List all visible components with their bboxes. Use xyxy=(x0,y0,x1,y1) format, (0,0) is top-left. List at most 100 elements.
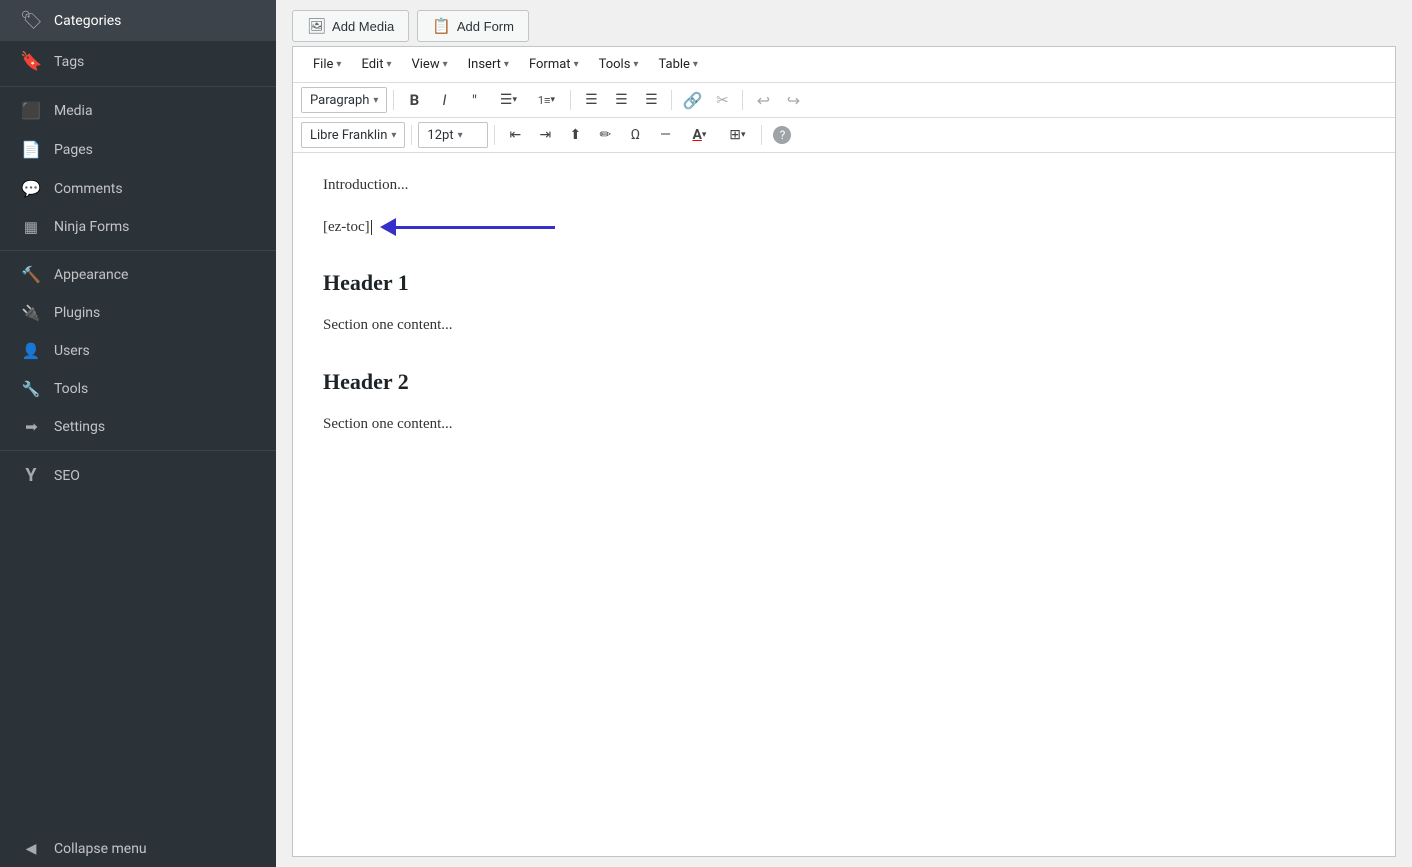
menu-table[interactable]: Table ▾ xyxy=(648,53,708,76)
font-select[interactable]: Libre Franklin ▾ xyxy=(301,122,405,148)
seo-icon: Y xyxy=(20,465,42,486)
sidebar-item-ninja-forms[interactable]: ▦ Ninja Forms xyxy=(0,208,276,246)
editor-frame: File ▾ Edit ▾ View ▾ Insert ▾ Format ▾ xyxy=(292,46,1396,857)
indent-increase-button[interactable]: ⇥ xyxy=(531,122,559,148)
paragraph-select[interactable]: Paragraph ▾ xyxy=(301,87,387,113)
tools-icon: 🔧 xyxy=(20,380,42,398)
sidebar-item-appearance[interactable]: 🔨 Appearance xyxy=(0,255,276,294)
sidebar-item-media[interactable]: ⬛ Media xyxy=(0,91,276,130)
sidebar-item-comments[interactable]: 💬 Comments xyxy=(0,169,276,208)
hr-button[interactable]: — xyxy=(651,122,679,148)
redo-icon: ↪ xyxy=(787,91,800,110)
font-color-icon: A xyxy=(692,127,701,143)
appearance-icon: 🔨 xyxy=(20,265,42,284)
sidebar-item-tools[interactable]: 🔧 Tools xyxy=(0,370,276,408)
sidebar-item-collapse[interactable]: ◀ Collapse menu xyxy=(0,831,276,867)
size-select-arrow: ▾ xyxy=(458,130,463,141)
add-media-button[interactable]: 🖼 Add Media xyxy=(292,10,409,42)
media-icon: ⬛ xyxy=(20,101,42,120)
header2: Header 2 xyxy=(323,363,1365,400)
sidebar-item-label: Tools xyxy=(54,381,88,397)
menu-view-arrow: ▾ xyxy=(443,59,448,70)
menu-table-arrow: ▾ xyxy=(693,59,698,70)
omega-button[interactable]: Ω xyxy=(621,122,649,148)
toolbar-divider xyxy=(761,125,762,145)
menubar: File ▾ Edit ▾ View ▾ Insert ▾ Format ▾ xyxy=(293,47,1395,83)
size-select-label: 12pt xyxy=(427,128,453,143)
ordered-list-button[interactable]: 1≡ ▾ xyxy=(528,87,564,113)
section2-content: Section one content... xyxy=(323,412,1365,438)
add-form-icon: 📋 xyxy=(432,17,451,35)
unordered-list-button[interactable]: ☰ ▾ xyxy=(490,87,526,113)
shortcode-value: [ez-toc] xyxy=(323,219,370,235)
add-form-button[interactable]: 📋 Add Form xyxy=(417,10,529,42)
redo-button[interactable]: ↪ xyxy=(779,87,807,113)
main-content: 🖼 Add Media 📋 Add Form File ▾ Edit ▾ xyxy=(276,0,1412,867)
paragraph-select-arrow: ▾ xyxy=(373,95,378,106)
undo-button[interactable]: ↩ xyxy=(749,87,777,113)
menu-tools-arrow: ▾ xyxy=(633,59,638,70)
table-arrow: ▾ xyxy=(741,130,746,140)
sidebar-item-label: Collapse menu xyxy=(54,841,147,857)
indent-decrease-icon: ⇤ xyxy=(510,127,522,143)
menu-insert-arrow: ▾ xyxy=(504,59,509,70)
font-color-button[interactable]: A ▾ xyxy=(681,122,717,148)
categories-icon: 🏷 xyxy=(20,10,42,31)
table-button[interactable]: ⊞ ▾ xyxy=(719,122,755,148)
plugins-icon: 🔌 xyxy=(20,304,42,322)
toolbar-divider xyxy=(671,90,672,110)
upload-icon: ⬆ xyxy=(570,127,582,143)
sidebar-item-categories[interactable]: 🏷 Categories xyxy=(0,0,276,41)
unlink-icon: ✂ xyxy=(716,91,729,109)
bold-icon: B xyxy=(410,91,420,109)
toolbar-divider xyxy=(570,90,571,110)
arrow-line xyxy=(395,226,555,229)
toolbar-divider xyxy=(393,90,394,110)
menu-file-label: File xyxy=(313,57,333,72)
sidebar-item-label: Comments xyxy=(54,181,123,197)
blockquote-button[interactable]: " xyxy=(460,87,488,113)
menu-format[interactable]: Format ▾ xyxy=(519,53,589,76)
eraser-button[interactable]: ✏ xyxy=(591,122,619,148)
align-right-button[interactable]: ☰ xyxy=(637,87,665,113)
menu-insert-label: Insert xyxy=(468,57,501,72)
sidebar-item-pages[interactable]: 📄 Pages xyxy=(0,130,276,169)
align-center-button[interactable]: ☰ xyxy=(607,87,635,113)
menu-file[interactable]: File ▾ xyxy=(303,53,351,76)
font-color-arrow: ▾ xyxy=(702,130,707,140)
toolbar-top: 🖼 Add Media 📋 Add Form xyxy=(292,10,1396,42)
align-left-icon: ☰ xyxy=(585,92,598,108)
add-media-label: Add Media xyxy=(332,19,394,34)
italic-button[interactable]: I xyxy=(430,87,458,113)
menu-tools[interactable]: Tools ▾ xyxy=(589,53,649,76)
menu-table-label: Table xyxy=(658,57,689,72)
sidebar-item-seo[interactable]: Y SEO xyxy=(0,455,276,496)
menu-view[interactable]: View ▾ xyxy=(401,53,457,76)
sidebar-divider xyxy=(0,250,276,251)
toolbar-row-2: Libre Franklin ▾ 12pt ▾ ⇤ ⇥ ⬆ xyxy=(293,118,1395,153)
menu-edit[interactable]: Edit ▾ xyxy=(351,53,401,76)
unordered-list-arrow: ▾ xyxy=(512,95,517,105)
shortcode-line: [ez-toc] xyxy=(323,215,1365,241)
sidebar-item-label: Tags xyxy=(54,54,84,70)
help-button[interactable]: ? xyxy=(768,122,796,148)
sidebar-item-tags[interactable]: 🔖 Tags xyxy=(0,41,276,82)
size-select[interactable]: 12pt ▾ xyxy=(418,122,488,148)
add-media-icon: 🖼 xyxy=(307,17,326,35)
menu-insert[interactable]: Insert ▾ xyxy=(458,53,519,76)
hr-icon: — xyxy=(660,127,671,143)
bold-button[interactable]: B xyxy=(400,87,428,113)
section1-content: Section one content... xyxy=(323,313,1365,339)
editor-body[interactable]: Introduction... [ez-toc] Header 1 Sectio… xyxy=(293,153,1395,856)
upload-button[interactable]: ⬆ xyxy=(561,122,589,148)
editor-wrapper: 🖼 Add Media 📋 Add Form File ▾ Edit ▾ xyxy=(276,0,1412,867)
shortcode-text: [ez-toc] xyxy=(323,215,372,241)
sidebar-item-settings[interactable]: ⬆ Settings xyxy=(0,408,276,446)
indent-decrease-button[interactable]: ⇤ xyxy=(501,122,529,148)
sidebar-item-users[interactable]: 👤 Users xyxy=(0,332,276,370)
link-button[interactable]: 🔗 xyxy=(678,87,706,113)
unlink-button[interactable]: ✂ xyxy=(708,87,736,113)
link-icon: 🔗 xyxy=(682,91,702,110)
align-left-button[interactable]: ☰ xyxy=(577,87,605,113)
sidebar-item-plugins[interactable]: 🔌 Plugins xyxy=(0,294,276,332)
